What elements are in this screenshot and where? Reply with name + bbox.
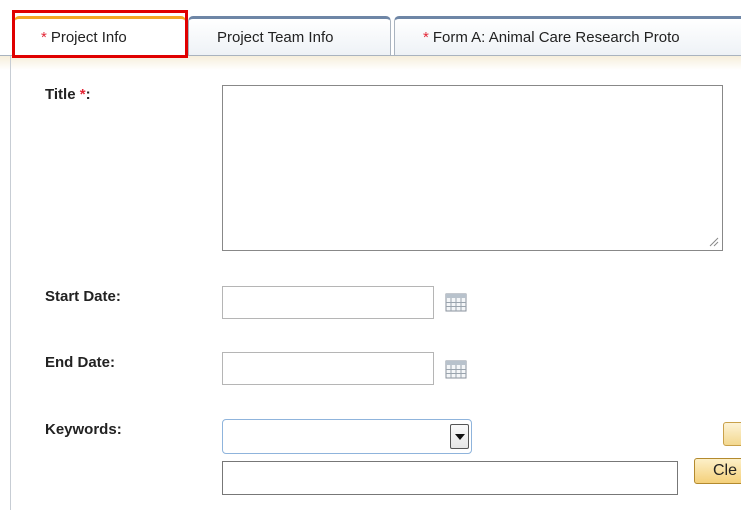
tab-project-info-label: Project Info [50,29,127,46]
keyword-text-input[interactable] [222,461,678,495]
required-marker: * [423,29,429,46]
tab-project-team-info[interactable]: Project Team Info [188,16,391,55]
clear-button[interactable]: Cle [694,458,741,484]
add-keyword-button[interactable] [723,422,741,446]
chevron-down-icon[interactable] [450,424,469,449]
end-date-input[interactable] [222,352,434,385]
keywords-combobox[interactable] [222,419,472,454]
calendar-icon[interactable] [445,359,467,379]
title-textarea[interactable] [222,85,723,251]
title-label-colon: : [85,86,91,103]
start-date-input[interactable] [222,286,434,319]
required-marker: * [41,29,47,46]
tab-content-glow [0,56,741,70]
start-date-label: Start Date: [45,288,121,305]
keywords-label: Keywords: [45,421,122,438]
title-label: Title *: [45,86,91,103]
tab-project-team-info-label: Project Team Info [217,29,334,46]
calendar-icon[interactable] [445,292,467,312]
content-left-border [10,56,11,510]
tab-form-a-label: Form A: Animal Care Research Proto [432,29,680,46]
tab-project-info[interactable]: * Project Info [14,16,186,55]
tab-bar: * Project Info Project Team Info * Form A:… [0,0,741,60]
end-date-label: End Date: [45,354,116,371]
title-label-text: Title [45,86,76,103]
resize-grip-icon[interactable] [707,235,719,247]
tab-form-a[interactable]: * Form A: Animal Care Research Proto [394,16,741,55]
